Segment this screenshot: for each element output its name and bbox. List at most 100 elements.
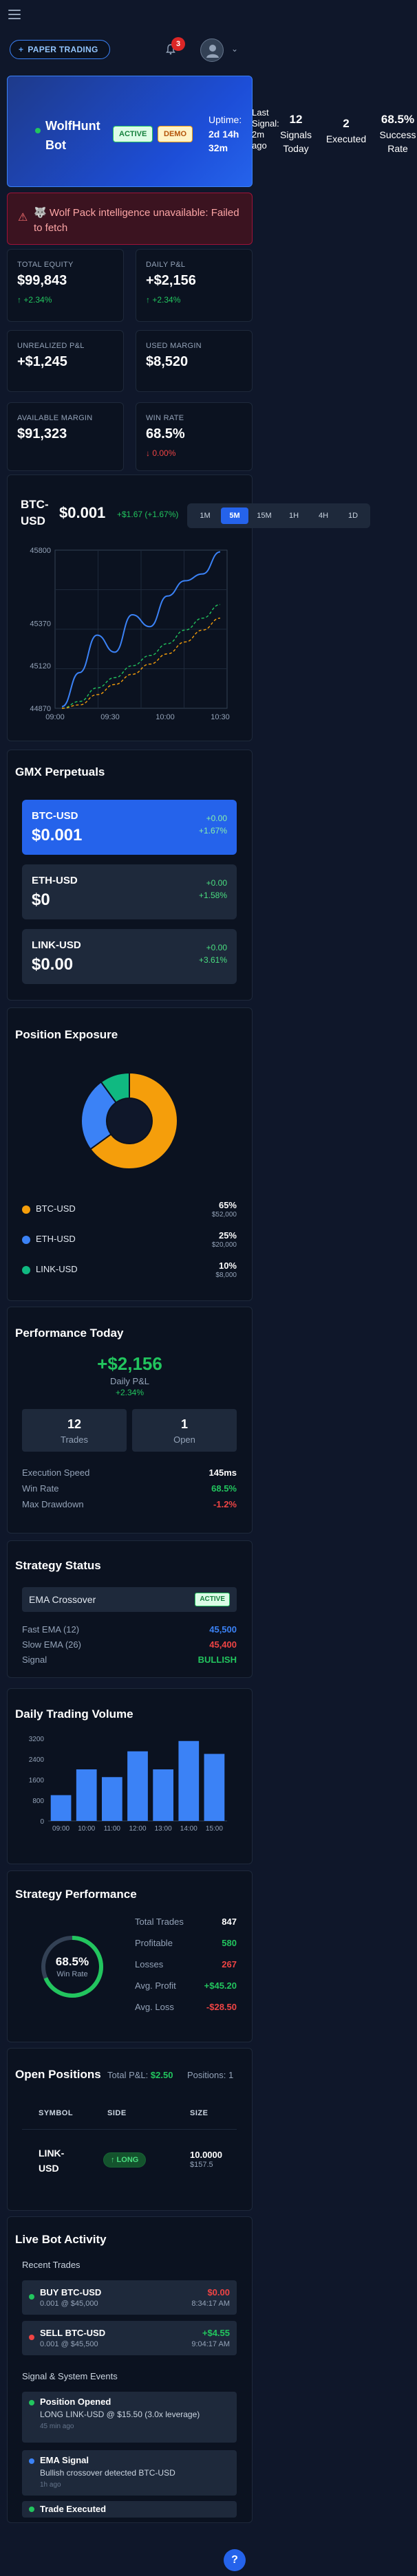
row-label: Losses: [135, 1959, 164, 1969]
event-item[interactable]: Trade Executed: [22, 2501, 237, 2518]
x-tick-label: 10:00: [156, 713, 175, 721]
timeframe-5m[interactable]: 5M: [221, 507, 248, 524]
warning-icon: ⚠: [18, 212, 28, 223]
gmx-market-btc-usd[interactable]: BTC-USD $0.001 +0.00 +1.67%: [22, 800, 237, 855]
x-tick-label: 09:30: [100, 713, 120, 721]
event-dot: [29, 2458, 34, 2464]
trade-time: 8:34:17 AM: [191, 2300, 230, 2308]
strategy-indicator-row: Fast EMA (12) 45,500: [22, 1624, 237, 1638]
gmx-market-link-usd[interactable]: LINK-USD $0.00 +0.00 +3.61%: [22, 929, 237, 984]
timeframe-1h[interactable]: 1H: [280, 507, 308, 524]
price-chart: 45800 45370 45120 4487009:00 09:30 10:00 10:30: [30, 547, 230, 721]
metric-value: $99,843: [17, 273, 67, 288]
trade-dot: [29, 2294, 34, 2300]
strategy-performance-title: Strategy Performance: [15, 1888, 137, 1901]
row-value: -$28.50: [206, 2002, 237, 2012]
metric-label: USED MARGIN: [146, 342, 202, 350]
market-price: $0.00: [32, 955, 74, 974]
market-price: $0.001: [32, 826, 83, 844]
success-rate-stat: 68.5% Success Rate: [379, 113, 416, 154]
timeframe-1d[interactable]: 1D: [339, 507, 367, 524]
help-icon[interactable]: ?: [224, 2549, 246, 2571]
y-tick-label: 45370: [30, 620, 51, 628]
event-title: EMA Signal: [40, 2455, 89, 2465]
exposure-donut-chart: [81, 1071, 178, 1170]
row-value: 145ms: [208, 1467, 237, 1478]
notification-badge: 3: [171, 37, 185, 51]
signals-today-stat: 12 Signals Today: [280, 113, 312, 154]
x-tick-label: 10:00: [78, 1825, 95, 1833]
legend-amount: $52,000: [211, 1211, 237, 1219]
daily-pnl-value: +$2,156: [97, 1353, 162, 1374]
event-time: 1h ago: [40, 2481, 61, 2489]
gmx-market-eth-usd[interactable]: ETH-USD $0 +0.00 +1.58%: [22, 864, 237, 919]
row-label: Execution Speed: [22, 1467, 90, 1478]
event-detail: LONG LINK-USD @ $15.50 (3.0x leverage): [40, 2410, 200, 2419]
event-item[interactable]: EMA Signal Bullish crossover detected BTC…: [22, 2450, 237, 2496]
strategy-stat-row: Total Trades 847: [135, 1917, 237, 1930]
market-change-pct: +1.58%: [198, 891, 227, 900]
event-item[interactable]: Position Opened LONG LINK-USD @ $15.50 (3…: [22, 2392, 237, 2443]
y-tick-label: 44870: [30, 705, 51, 713]
menu-icon[interactable]: [8, 10, 21, 22]
trades-stat: 12 Trades: [22, 1409, 127, 1452]
paper-trading-button[interactable]: + PAPER TRADING: [10, 40, 110, 59]
metric-card: USED MARGIN $8,520: [136, 330, 253, 392]
strategy-indicator-row: Slow EMA (26) 45,400: [22, 1639, 237, 1653]
trade-item[interactable]: BUY BTC-USD 0.001 @ $45,000 $0.00 8:34:17 A…: [22, 2280, 237, 2315]
row-value: 580: [222, 1938, 237, 1948]
market-change: +0.00: [206, 878, 227, 888]
timeframe-1m[interactable]: 1M: [191, 507, 219, 524]
strategy-status-badge: ACTIVE: [195, 1593, 230, 1606]
timeframe-4h[interactable]: 4H: [310, 507, 337, 524]
status-badge: ACTIVE: [113, 126, 153, 142]
chart-symbol: BTC-USD: [21, 498, 49, 527]
trade-detail: 0.001 @ $45,500: [40, 2340, 98, 2348]
chart-change: +$1.67 (+1.67%): [117, 510, 179, 519]
trade-time: 9:04:17 AM: [191, 2340, 230, 2348]
activity-title: Live Bot Activity: [15, 2233, 107, 2246]
row-value: BULLISH: [197, 1655, 237, 1665]
table-divider: [22, 2129, 237, 2130]
x-tick-label: 11:00: [104, 1825, 121, 1833]
metric-change: ↑ +2.34%: [146, 295, 181, 305]
legend-swatch: [22, 1236, 30, 1244]
market-pair: ETH-USD: [32, 875, 78, 886]
strategy-stat-row: Avg. Profit +$45.20: [135, 1980, 237, 1994]
performance-row: Execution Speed 145ms: [22, 1467, 237, 1481]
event-detail: Bullish crossover detected BTC-USD: [40, 2468, 175, 2478]
metric-card: UNREALIZED P&L +$1,245: [7, 330, 124, 392]
exposure-title: Position Exposure: [15, 1028, 118, 1041]
y-tick-label: 0: [40, 1818, 44, 1826]
row-value: 847: [222, 1917, 237, 1927]
x-tick-label: 14:00: [180, 1825, 197, 1833]
table-header: SYMBOL: [39, 2109, 74, 2117]
metric-value: +$2,156: [146, 273, 196, 288]
metric-label: TOTAL EQUITY: [17, 261, 74, 269]
volume-bar: [127, 1751, 148, 1821]
row-label: Avg. Loss: [135, 2002, 174, 2012]
metric-value: $91,323: [17, 426, 67, 441]
legend-amount: $20,000: [211, 1241, 237, 1249]
market-pair: LINK-USD: [32, 939, 81, 951]
x-tick-label: 10:30: [211, 713, 230, 721]
event-title: Trade Executed: [40, 2504, 107, 2514]
row-label: Profitable: [135, 1938, 173, 1948]
timeframe-15m[interactable]: 15M: [250, 507, 278, 524]
volume-bar: [178, 1740, 200, 1821]
chevron-down-icon[interactable]: ⌄: [231, 44, 238, 54]
donut-hole: [107, 1099, 151, 1143]
exposure-legend-item: LINK-USD 10% $8,000: [22, 1260, 237, 1285]
avatar[interactable]: [200, 39, 224, 62]
metric-card: WIN RATE 68.5% ↓ 0.00%: [136, 402, 253, 471]
win-rate-value: 68.5%: [55, 1955, 89, 1968]
executed-stat: 2 Executed: [325, 117, 367, 144]
event-dot: [29, 2400, 34, 2405]
positions-count: Positions: 1: [187, 2070, 234, 2080]
metric-label: DAILY P&L: [146, 261, 186, 269]
user-icon: [206, 45, 219, 58]
row-value: 267: [222, 1959, 237, 1969]
market-price: $0: [32, 891, 50, 909]
market-change: +0.00: [206, 814, 227, 823]
trade-item[interactable]: SELL BTC-USD 0.001 @ $45,500 +$4.55 9:04:17…: [22, 2321, 237, 2355]
